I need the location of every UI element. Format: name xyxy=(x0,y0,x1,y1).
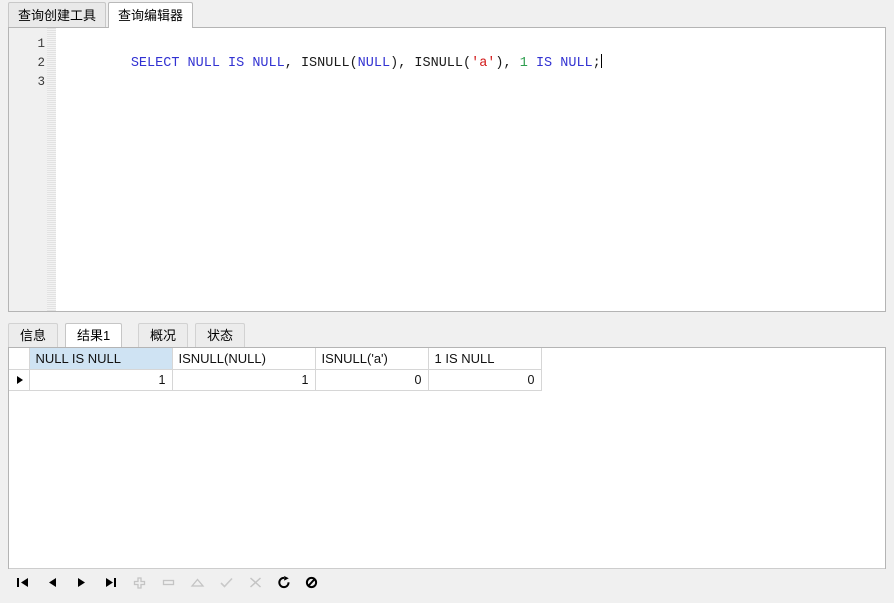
tab-query-builder[interactable]: 查询创建工具 xyxy=(8,2,106,28)
sql-token: ISNULL xyxy=(301,56,350,71)
table-row[interactable]: 1 1 0 0 xyxy=(9,369,541,390)
delete-record-button[interactable] xyxy=(158,572,179,593)
row-indicator-cell xyxy=(9,369,29,390)
tab-status-label: 状态 xyxy=(207,328,233,343)
previous-record-button[interactable] xyxy=(42,572,63,593)
sql-token: ( xyxy=(463,56,471,71)
sql-token: ) xyxy=(495,56,503,71)
sql-token: ( xyxy=(350,56,358,71)
cell-1-is-null[interactable]: 0 xyxy=(428,369,541,390)
gutter-separator xyxy=(47,28,56,311)
tab-result1[interactable]: 结果1 xyxy=(65,323,122,348)
cross-icon xyxy=(248,576,263,589)
first-record-button[interactable] xyxy=(13,572,34,593)
next-record-button[interactable] xyxy=(71,572,92,593)
add-record-button[interactable] xyxy=(129,572,150,593)
table-header-row: NULL IS NULL ISNULL(NULL) ISNULL('a') 1 … xyxy=(9,348,541,369)
line-number-column: 1 2 3 xyxy=(9,35,45,92)
tab-query-editor-label: 查询编辑器 xyxy=(118,8,183,23)
text-cursor xyxy=(601,54,602,68)
code-line-1: SELECT NULL IS NULL, ISNULL(NULL), ISNUL… xyxy=(56,35,885,54)
column-header-isnull-null[interactable]: ISNULL(NULL) xyxy=(172,348,315,369)
previous-record-icon xyxy=(45,576,60,589)
stop-button[interactable] xyxy=(301,572,322,593)
first-record-icon xyxy=(16,576,31,589)
results-panel: 信息 结果1 概况 状态 NULL IS NULL ISNULL(NULL) I xyxy=(0,318,894,603)
sql-token: ) xyxy=(390,56,398,71)
check-icon xyxy=(219,576,234,589)
sql-token: 'a' xyxy=(471,56,495,71)
tab-query-editor[interactable]: 查询编辑器 xyxy=(108,2,193,28)
current-row-arrow-icon xyxy=(17,376,23,384)
apply-changes-button[interactable] xyxy=(216,572,237,593)
sql-token: , xyxy=(285,56,301,71)
last-record-icon xyxy=(103,576,118,589)
last-record-button[interactable] xyxy=(100,572,121,593)
tab-status[interactable]: 状态 xyxy=(195,323,245,348)
query-editor-window: 查询创建工具 查询编辑器 1 2 3 SELECT NULL IS NULL, … xyxy=(0,0,894,603)
column-header-null-is-null[interactable]: NULL IS NULL xyxy=(29,348,172,369)
refresh-button[interactable] xyxy=(274,572,295,593)
column-header-isnull-a[interactable]: ISNULL('a') xyxy=(315,348,428,369)
minus-icon xyxy=(161,576,176,589)
top-tabstrip: 查询创建工具 查询编辑器 xyxy=(0,0,894,28)
sql-token: , xyxy=(504,56,520,71)
stop-icon xyxy=(304,576,319,589)
tab-profile-label: 概况 xyxy=(150,328,176,343)
tab-info[interactable]: 信息 xyxy=(8,323,58,348)
sql-token: , xyxy=(398,56,414,71)
sql-token: ISNULL xyxy=(414,56,463,71)
sql-editor-pane[interactable]: 1 2 3 SELECT NULL IS NULL, ISNULL(NULL),… xyxy=(8,27,886,312)
sql-token: IS NULL xyxy=(536,56,593,71)
caret-up-icon xyxy=(190,576,205,589)
record-navigation-toolbar xyxy=(9,568,885,595)
column-header-1-is-null[interactable]: 1 IS NULL xyxy=(428,348,541,369)
cell-isnull-a[interactable]: 0 xyxy=(315,369,428,390)
next-record-icon xyxy=(74,576,89,589)
plus-icon xyxy=(132,576,147,589)
tab-info-label: 信息 xyxy=(20,328,46,343)
code-line-3 xyxy=(56,73,885,92)
code-area[interactable]: SELECT NULL IS NULL, ISNULL(NULL), ISNUL… xyxy=(56,35,885,311)
row-header-corner xyxy=(9,348,29,369)
line-number: 3 xyxy=(9,73,45,92)
sql-token xyxy=(528,56,536,71)
edit-record-button[interactable] xyxy=(187,572,208,593)
sql-token: NULL xyxy=(358,56,390,71)
cell-null-is-null[interactable]: 1 xyxy=(29,369,172,390)
line-number: 1 xyxy=(9,35,45,54)
editor-gutter: 1 2 3 xyxy=(9,28,56,311)
cell-isnull-null[interactable]: 1 xyxy=(172,369,315,390)
line-number: 2 xyxy=(9,54,45,73)
tab-query-builder-label: 查询创建工具 xyxy=(18,8,96,23)
results-table: NULL IS NULL ISNULL(NULL) ISNULL('a') 1 … xyxy=(9,348,542,391)
sql-token: ; xyxy=(593,56,601,71)
sql-token: SELECT NULL IS NULL xyxy=(131,56,285,71)
tab-profile[interactable]: 概况 xyxy=(138,323,188,348)
sql-token: 1 xyxy=(520,56,528,71)
refresh-icon xyxy=(277,576,292,589)
tab-result1-label: 结果1 xyxy=(77,328,110,343)
cancel-changes-button[interactable] xyxy=(245,572,266,593)
results-tabstrip: 信息 结果1 概况 状态 xyxy=(8,321,886,347)
results-grid[interactable]: NULL IS NULL ISNULL(NULL) ISNULL('a') 1 … xyxy=(8,347,886,569)
